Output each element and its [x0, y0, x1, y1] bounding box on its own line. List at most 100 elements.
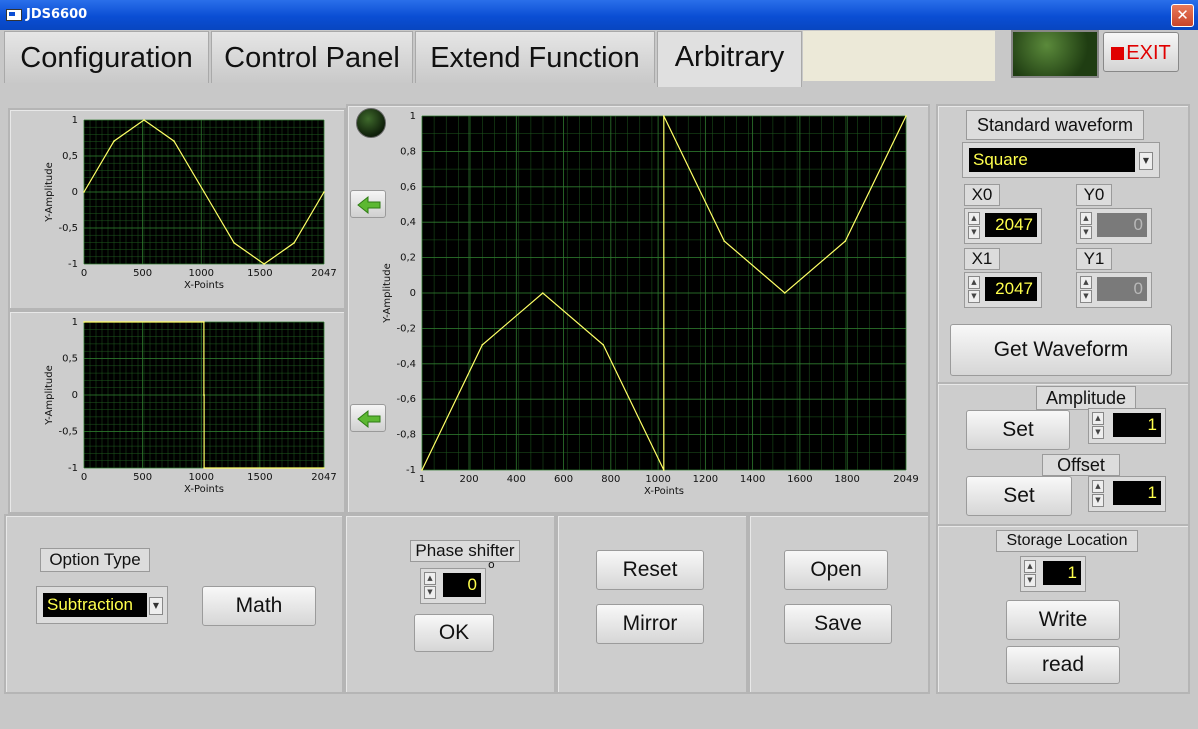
data-point [662, 115, 665, 117]
offset-label: Offset [1042, 454, 1120, 476]
chart-result: 1 200 400 600 800 1000 1200 1400 1600 1800 204910,… [382, 111, 919, 497]
read-button[interactable]: read [1006, 646, 1120, 684]
offset-stepper[interactable]: ▲ ▼ 1 [1088, 476, 1166, 512]
x-tick-label: 1500 [247, 472, 272, 483]
x-tick-label: 1 [419, 474, 425, 485]
y-tick-label: 1 [72, 317, 78, 328]
x-axis-label: X-Points [184, 484, 224, 495]
data-point [481, 344, 484, 346]
tab-arbitrary[interactable]: Arbitrary [657, 31, 802, 87]
standard-waveform-settings: Standard waveform Square ▼ X0 Y0 ▲ ▼ 2047… [936, 104, 1190, 384]
data-point [905, 115, 907, 117]
x-tick-label: 1000 [189, 268, 214, 279]
file-panel: Open Save [748, 514, 930, 694]
mirror-button[interactable]: Mirror [596, 604, 704, 644]
window-title: JDS6600 [26, 7, 88, 22]
save-button[interactable]: Save [784, 604, 892, 644]
reset-button[interactable]: Reset [596, 550, 704, 590]
tab-extend-function[interactable]: Extend Function [415, 31, 655, 83]
x-tick-label: 2047 [311, 268, 336, 279]
x-tick-label: 1400 [740, 474, 765, 485]
y-tick-label: -0,5 [58, 223, 78, 234]
storage-panel: Storage Location ▲ ▼ 1 Write read [936, 524, 1190, 694]
get-waveform-button[interactable]: Get Waveform [950, 324, 1172, 376]
math-button[interactable]: Math [202, 586, 316, 626]
data-point [203, 191, 205, 193]
y-tick-label: -1 [68, 259, 78, 270]
y-tick-label: 0 [410, 288, 416, 299]
chevron-down-icon: ▼ [1139, 152, 1153, 170]
data-point [83, 321, 85, 323]
storage-location-stepper[interactable]: ▲ ▼ 1 [1020, 556, 1086, 592]
data-point [233, 242, 235, 244]
y-axis-label: Y-Amplitude [44, 162, 55, 223]
result-waveform-panel: 1 200 400 600 800 1000 1200 1400 1600 1800 2049 1 0,… [346, 104, 930, 514]
data-point [203, 467, 205, 469]
amplitude-set-button[interactable]: Set [966, 410, 1070, 450]
status-led [1011, 30, 1099, 78]
y-tick-label: 0,2 [400, 253, 416, 264]
x0-stepper[interactable]: ▲ ▼ 2047 [964, 208, 1042, 244]
y-tick-label: 0,8 [400, 146, 416, 157]
x-tick-label: 2049 [893, 474, 918, 485]
y-tick-label: 0,5 [62, 354, 78, 365]
chevron-down-icon: ▼ [149, 597, 163, 615]
x-tick-label: 1600 [787, 474, 812, 485]
exit-button[interactable]: EXIT [1103, 32, 1179, 72]
x-tick-label: 200 [459, 474, 478, 485]
standard-waveform-label: Standard waveform [966, 110, 1144, 140]
app-icon [6, 9, 22, 21]
x-tick-label: 1800 [834, 474, 859, 485]
x1-stepper[interactable]: ▲ ▼ 2047 [964, 272, 1042, 308]
main-window: Configuration Control Panel Extend Funct… [0, 30, 1198, 729]
stop-icon [1111, 47, 1125, 60]
x-tick-label: 600 [554, 474, 573, 485]
data-point [602, 344, 605, 346]
data-point [723, 240, 726, 242]
storage-location-label: Storage Location [996, 530, 1138, 552]
x-tick-label: 500 [133, 268, 152, 279]
data-point [83, 191, 85, 193]
y-axis-label: Y-Amplitude [44, 365, 55, 426]
y-tick-label: 0 [72, 187, 78, 198]
data-point [293, 242, 295, 244]
write-button[interactable]: Write [1006, 600, 1120, 640]
y-tick-label: 0 [72, 390, 78, 401]
open-button[interactable]: Open [784, 550, 888, 590]
data-point [541, 292, 544, 294]
phase-ok-button[interactable]: OK [414, 614, 494, 652]
data-point [113, 140, 115, 142]
y-tick-label: 1 [410, 111, 416, 122]
edit-panel: Reset Mirror [556, 514, 748, 694]
y0-value: 0 [1097, 213, 1147, 237]
standard-waveform-value: Square [969, 148, 1135, 172]
offset-set-button[interactable]: Set [966, 476, 1072, 516]
standard-waveform-select[interactable]: Square ▼ [962, 142, 1160, 178]
x-axis-label: X-Points [644, 486, 684, 497]
x1-value: 2047 [985, 277, 1037, 301]
x0-value: 2047 [985, 213, 1037, 237]
tab-control-panel[interactable]: Control Panel [211, 31, 413, 83]
y0-label: Y0 [1076, 184, 1112, 206]
data-point [783, 292, 786, 294]
x-tick-label: 0 [81, 268, 87, 279]
phase-shifter-panel: Phase shifter ▲ ▼ 0 o OK [344, 514, 556, 694]
data-point [203, 394, 205, 396]
x0-label: X0 [964, 184, 1000, 206]
amplitude-offset-panel: Amplitude Set ▲ ▼ 1 Offset Set ▲ ▼ 1 [936, 382, 1190, 526]
tab-configuration[interactable]: Configuration [4, 31, 209, 83]
option-type-select[interactable]: Subtraction ▼ [36, 586, 168, 624]
standard-waveform-panel: 0 500 1000 1500 2047 1 0,5 0 -0,5 -1 X-Points Y-Amp… [8, 310, 346, 514]
tab-strip-fill [803, 31, 995, 81]
y1-value: 0 [1097, 277, 1147, 301]
data-point [323, 467, 325, 469]
source-waveform-panel: 0 500 1000 1500 2047 1 0,5 0 -0,5 -1 X-Points Y-Amp… [8, 108, 346, 310]
phase-shifter-stepper[interactable]: ▲ ▼ 0 [420, 568, 486, 604]
phase-shifter-label: Phase shifter [410, 540, 520, 562]
data-point [173, 140, 175, 142]
y-tick-label: -0,2 [396, 323, 416, 334]
y-tick-label: -0,5 [58, 427, 78, 438]
amplitude-stepper[interactable]: ▲ ▼ 1 [1088, 408, 1166, 444]
close-button[interactable]: ✕ [1171, 4, 1194, 27]
y-tick-label: 0,4 [400, 217, 416, 228]
